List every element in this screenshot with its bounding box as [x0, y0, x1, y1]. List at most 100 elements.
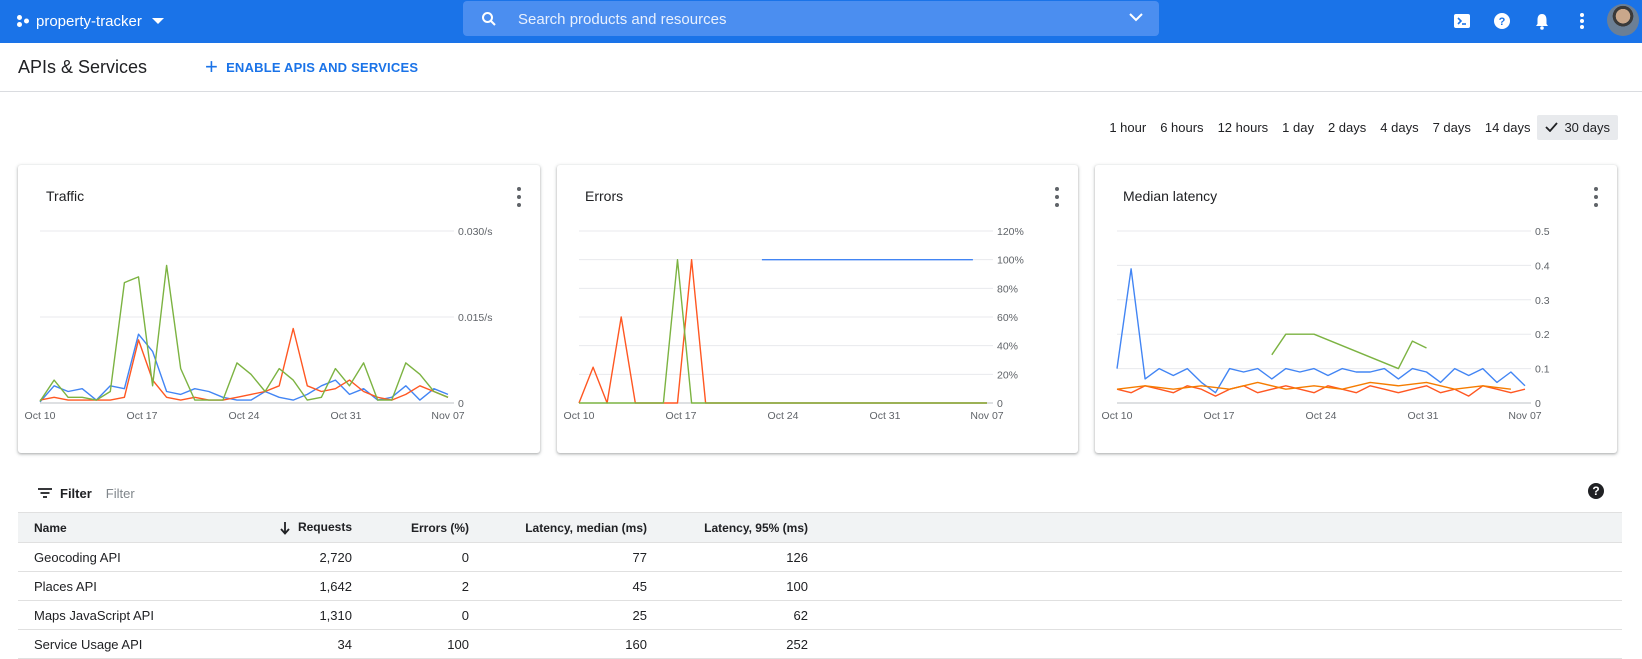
range-1-hour[interactable]: 1 hour: [1102, 115, 1153, 140]
traffic-chart: 0 0.015/s 0.030/s Oct 10 Oct 17 Oct 24 Oct 31 N…: [25, 226, 493, 422]
api-name[interactable]: Geocoding API: [18, 542, 232, 572]
requests-header-label: Requests: [297, 520, 352, 535]
api-metrics-table: Name Requests Errors (%) Latency, median…: [18, 512, 1622, 659]
latency-95-value: 252: [647, 629, 808, 659]
table-row[interactable]: Maps JavaScript API 1,310 0 25 62: [18, 600, 1622, 630]
api-name[interactable]: Places API: [18, 571, 232, 601]
x-tick-label: Oct 10: [25, 410, 56, 422]
api-name[interactable]: Maps JavaScript API: [18, 600, 232, 630]
y-tick-label: 0: [458, 398, 464, 410]
column-header-latency-95[interactable]: Latency, 95% (ms): [647, 512, 808, 543]
page-header: APIs & Services + ENABLE APIS AND SERVIC…: [0, 43, 1642, 92]
range-2-days[interactable]: 2 days: [1321, 115, 1373, 140]
sort-descending-icon: [280, 521, 290, 535]
table-header-row: Name Requests Errors (%) Latency, median…: [18, 512, 1622, 543]
chevron-down-icon[interactable]: [1129, 13, 1143, 22]
y-tick-label: 100%: [997, 255, 1024, 267]
column-header-name[interactable]: Name: [18, 512, 232, 543]
filter-input[interactable]: [105, 485, 406, 501]
api-name[interactable]: Service Usage API: [18, 629, 232, 659]
account-avatar[interactable]: [1607, 4, 1639, 36]
y-tick-label: 0: [1535, 398, 1541, 410]
y-tick-label: 0.1: [1535, 364, 1550, 376]
table-row[interactable]: Geocoding API 2,720 0 77 126: [18, 542, 1622, 572]
latency-95-value: 126: [647, 542, 808, 572]
more-vert-icon[interactable]: [1571, 10, 1593, 32]
series-line-1: [39, 327, 449, 401]
range-1-day[interactable]: 1 day: [1275, 115, 1321, 140]
x-tick-label: Oct 24: [1306, 410, 1337, 422]
search-icon: [482, 12, 496, 26]
project-name: property-tracker: [36, 12, 142, 30]
traffic-chart-card: Traffic 0 0.015/s 0.030/s Oct 10 Oct 17 Oct 2…: [18, 165, 540, 453]
y-tick-label: 60%: [997, 312, 1018, 324]
requests-value: 34: [232, 629, 352, 659]
filter-bar: Filter ?: [18, 474, 1622, 512]
x-tick-label: Oct 24: [768, 410, 799, 422]
series-line-0: [578, 258, 987, 404]
latency-95-value: 62: [647, 600, 808, 630]
project-selector[interactable]: property-tracker: [16, 10, 164, 32]
filter-icon: [38, 488, 52, 498]
y-tick-label: 0.5: [1535, 226, 1550, 238]
errors-chart: 0 20% 40% 60% 80% 100% 120% Oct 10 Oct 17 Oct 24 O…: [564, 226, 1024, 422]
table-row[interactable]: Places API 1,642 2 45 100: [18, 571, 1622, 601]
enable-apis-button[interactable]: + ENABLE APIS AND SERVICES: [205, 54, 419, 79]
y-tick-label: 0.015/s: [458, 312, 492, 324]
errors-value: 100: [352, 629, 469, 659]
series-line-1: [579, 258, 987, 404]
errors-value: 2: [352, 571, 469, 601]
x-tick-label: Oct 10: [564, 410, 595, 422]
table-help-icon[interactable]: ?: [1588, 483, 1604, 499]
column-header-errors[interactable]: Errors (%): [352, 512, 469, 543]
range-4-days[interactable]: 4 days: [1373, 115, 1425, 140]
project-icon: [17, 15, 29, 27]
filter-label: Filter: [60, 485, 92, 501]
column-header-latency-median[interactable]: Latency, median (ms): [469, 512, 647, 543]
range-7-days[interactable]: 7 days: [1426, 115, 1478, 140]
cloud-shell-icon[interactable]: [1451, 10, 1473, 32]
plus-icon: +: [205, 54, 219, 79]
y-tick-label: 80%: [997, 283, 1018, 295]
range-6-hours[interactable]: 6 hours: [1153, 115, 1210, 140]
x-tick-label: Oct 17: [127, 410, 158, 422]
enable-apis-label: ENABLE APIS AND SERVICES: [226, 59, 419, 75]
search-input[interactable]: [518, 7, 1078, 31]
x-tick-label: Oct 31: [1408, 410, 1439, 422]
table-row[interactable]: Service Usage API 34 100 160 252: [18, 629, 1622, 659]
x-tick-label: Nov 07: [431, 410, 464, 422]
y-tick-label: 0: [997, 398, 1003, 410]
latency-median-value: 25: [469, 600, 647, 630]
latency-median-value: 77: [469, 542, 647, 572]
latency-median-value: 160: [469, 629, 647, 659]
range-30-days[interactable]: 30 days: [1537, 115, 1618, 140]
check-icon: [1545, 122, 1559, 132]
y-tick-label: 20%: [997, 369, 1018, 381]
notifications-icon[interactable]: [1531, 10, 1553, 32]
requests-value: 1,642: [232, 571, 352, 601]
latency-95-value: 100: [647, 571, 808, 601]
time-range-selector: 1 hour 6 hours 12 hours 1 day 2 days 4 d…: [1102, 115, 1618, 140]
y-tick-label: 0.030/s: [458, 226, 492, 238]
errors-chart-card: Errors 0 20% 40% 60% 80% 100% 120% Oct 10 Oct 17…: [557, 165, 1078, 453]
x-tick-label: Nov 07: [1508, 410, 1541, 422]
latency-chart-card: Median latency 0 0.1 0.2 0.3 0.4 0.5 Oct 10 Oct…: [1095, 165, 1617, 453]
range-30-days-label: 30 days: [1564, 120, 1610, 135]
y-tick-label: 120%: [997, 226, 1024, 238]
series-line-1: [1271, 333, 1427, 370]
latency-median-value: 45: [469, 571, 647, 601]
column-header-requests[interactable]: Requests: [232, 512, 352, 543]
x-tick-label: Oct 31: [331, 410, 362, 422]
svg-text:?: ?: [1499, 16, 1506, 28]
range-12-hours[interactable]: 12 hours: [1211, 115, 1276, 140]
x-tick-label: Nov 07: [970, 410, 1003, 422]
top-app-bar: property-tracker ?: [0, 0, 1642, 43]
x-tick-label: Oct 10: [1102, 410, 1133, 422]
errors-value: 0: [352, 542, 469, 572]
range-14-days[interactable]: 14 days: [1478, 115, 1538, 140]
y-tick-label: 40%: [997, 341, 1018, 353]
page-title: APIs & Services: [18, 57, 148, 77]
help-icon[interactable]: ?: [1491, 10, 1513, 32]
caret-down-icon: [151, 18, 164, 24]
requests-value: 1,310: [232, 600, 352, 630]
